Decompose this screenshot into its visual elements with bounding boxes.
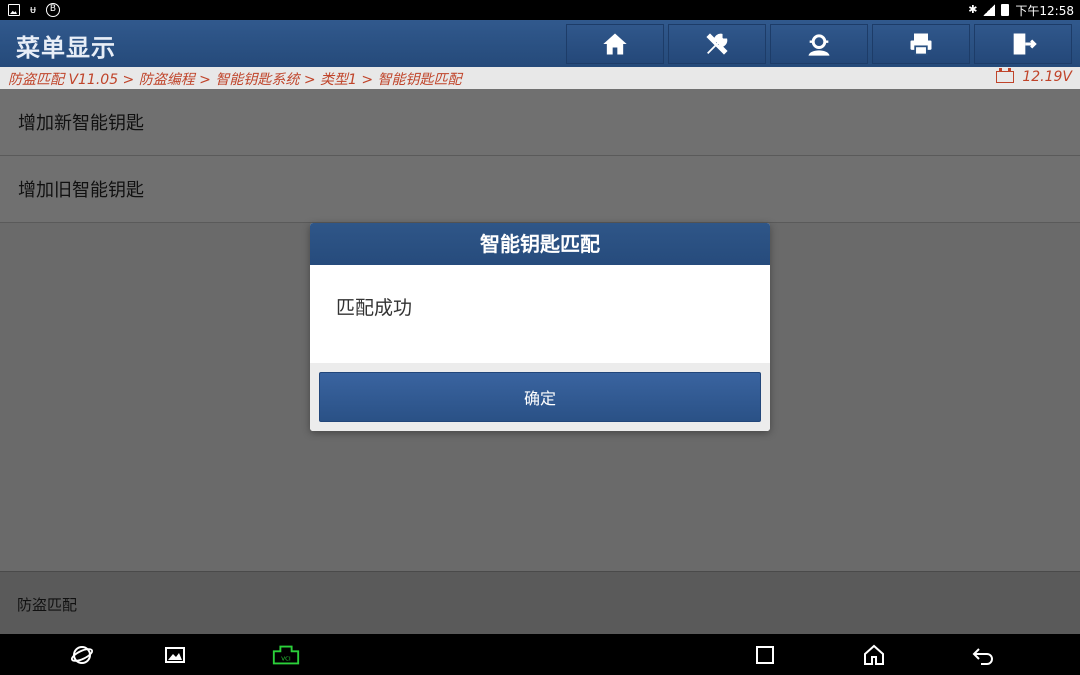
menu-item-add-old-key[interactable]: 增加旧智能钥匙 [0,156,1080,223]
footer-bar: 防盗匹配 [0,571,1080,634]
bluetooth-circle-icon: B [46,3,61,17]
result-dialog: 智能钥匙匹配 匹配成功 确定 [310,223,770,431]
clock: 下午12:58 [1015,3,1074,18]
user-icon [808,34,830,56]
vci-button[interactable]: VCI [270,642,302,668]
ok-button[interactable]: 确定 [319,372,761,422]
car-battery-icon [996,68,1015,83]
dialog-title: 智能钥匙匹配 [310,223,770,265]
recent-apps-icon [756,646,774,664]
bluetooth-icon: ✱ [968,3,978,16]
system-nav-bar: VCI [0,634,1080,675]
image-icon [8,4,20,16]
exit-button[interactable] [974,24,1072,64]
browser-button[interactable] [69,642,95,668]
menu-item-label: 增加新智能钥匙 [18,113,144,134]
page-title: 菜单显示 [16,34,116,62]
breadcrumb-bar: 防盗匹配 V11.05 > 防盗编程 > 智能钥匙系统 > 类型1 > 智能钥匙… [0,67,1080,89]
home-icon [603,33,627,55]
print-icon [910,33,932,56]
gallery-icon [165,647,185,663]
voltage-value: 12.19V [1022,69,1072,85]
footer-label: 防盗匹配 [17,596,78,614]
gallery-button[interactable] [162,642,188,668]
toolbar [566,24,1072,64]
user-button[interactable] [770,24,868,64]
dialog-footer: 确定 [310,363,770,431]
vci-label: VCI [281,657,291,663]
breadcrumb: 防盗匹配 V11.05 > 防盗编程 > 智能钥匙系统 > 类型1 > 智能钥匙… [8,72,462,88]
back-icon [972,648,993,665]
menu-list: 增加新智能钥匙 增加旧智能钥匙 [0,89,1080,223]
status-bar: ᵾ B ✱ 下午12:58 [0,0,1080,20]
back-button[interactable] [970,642,996,668]
recent-apps-button[interactable] [752,642,778,668]
diagnostic-button[interactable] [668,24,766,64]
diagnostic-icon [706,33,728,55]
browser-icon [70,646,94,664]
battery-icon [1001,4,1010,16]
vci-icon: VCI [272,645,300,665]
usb-icon: ᵾ [30,3,37,16]
print-button[interactable] [872,24,970,64]
menu-item-label: 增加旧智能钥匙 [18,180,144,201]
home-nav-icon [864,644,884,665]
dialog-body: 匹配成功 [310,265,770,363]
signal-icon [983,4,996,16]
voltage-indicator: 12.19V [996,68,1072,85]
home-button[interactable] [566,24,664,64]
app-header: 菜单显示 [0,20,1080,67]
home-nav-button[interactable] [861,642,887,668]
exit-icon [1013,33,1037,55]
menu-item-add-new-key[interactable]: 增加新智能钥匙 [0,89,1080,156]
dialog-message: 匹配成功 [336,297,413,319]
